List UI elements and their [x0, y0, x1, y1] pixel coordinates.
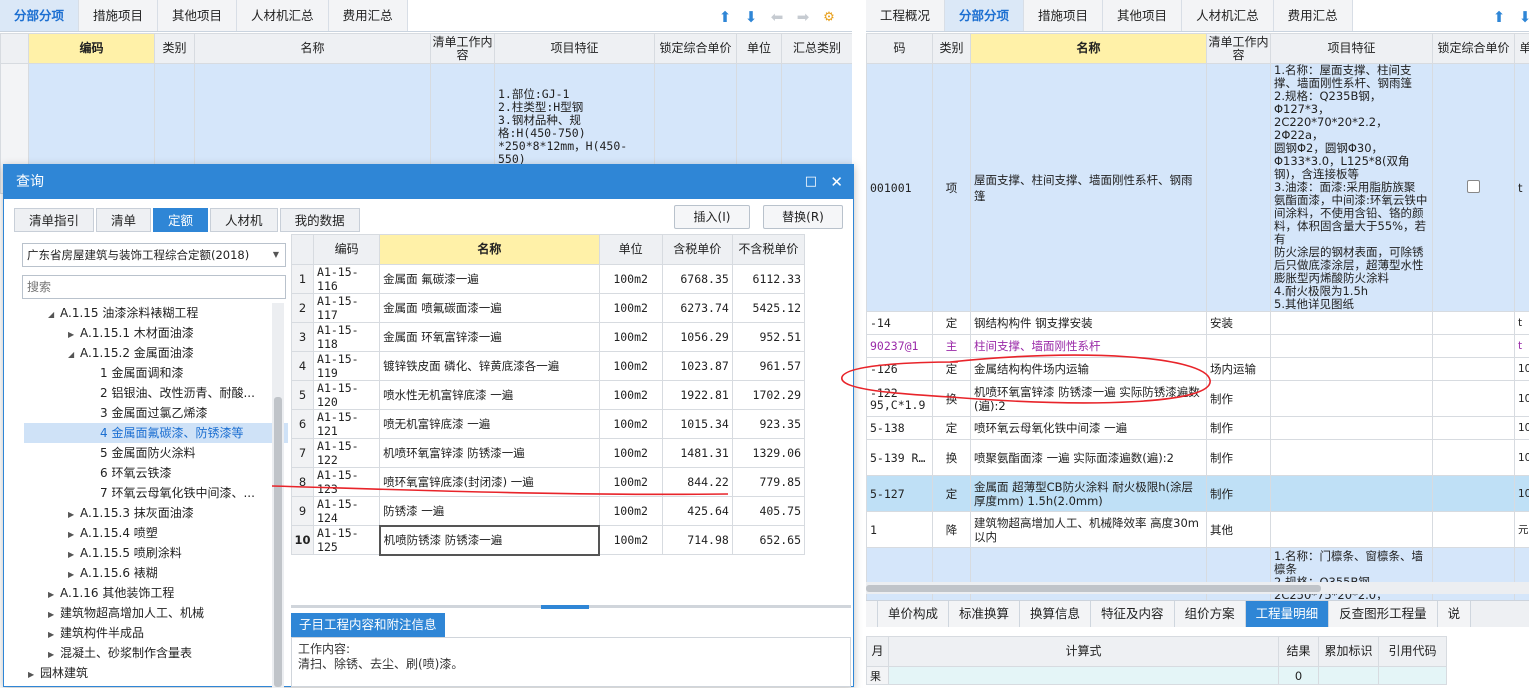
circle-annotation — [842, 355, 1210, 403]
annotation-layer — [0, 0, 1529, 687]
underline-annotation — [272, 486, 728, 494]
